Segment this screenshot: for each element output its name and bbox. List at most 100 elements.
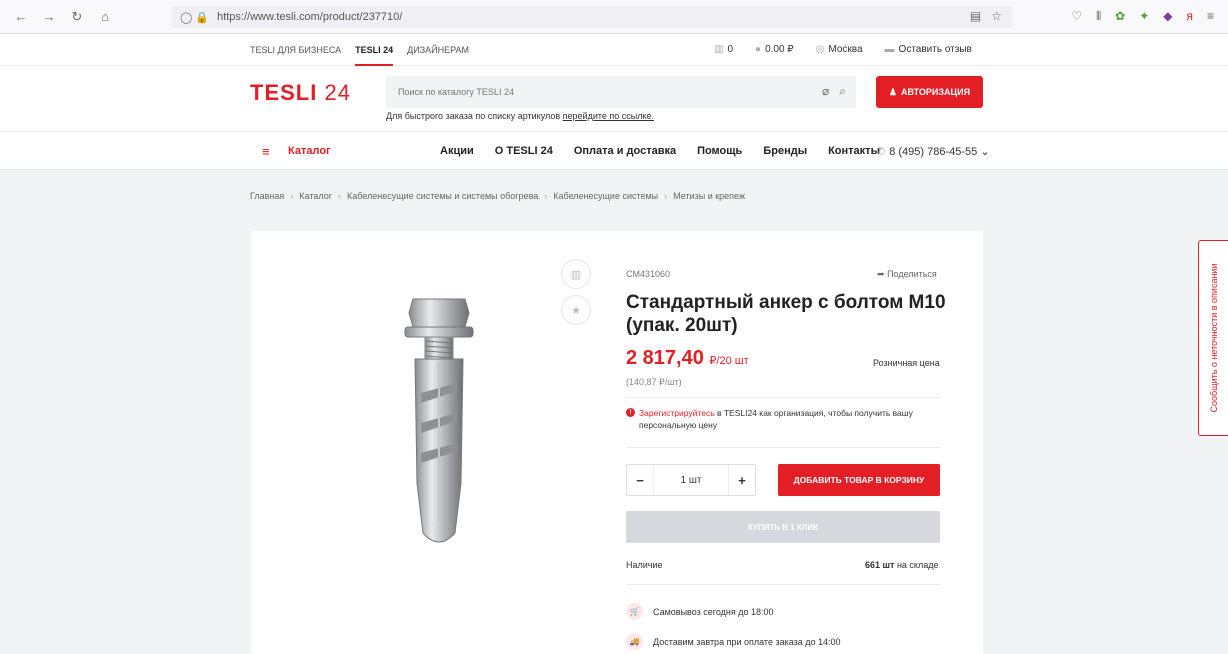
top-utility-bar: TESLI ДЛЯ БИЗНЕСА TESLI 24 ДИЗАЙНЕРАМ ▥ 0… [0, 34, 1228, 66]
logo[interactable]: TESLI 24 [250, 80, 351, 106]
nav-item-help[interactable]: Помощь [697, 145, 742, 157]
search-hint: Для быстрого заказа по списку артикулов … [386, 111, 654, 121]
search-box: ⌀ ⌕ [386, 76, 856, 108]
price-unit: ₽/20 шт [709, 355, 749, 367]
cart-sum: 0.00 ₽ [765, 44, 794, 55]
catalog-link[interactable]: Каталог [288, 145, 331, 157]
extension-icon-3[interactable]: ◆ [1163, 9, 1172, 24]
link-business[interactable]: TESLI ДЛЯ БИЗНЕСА [250, 45, 341, 55]
reload-icon[interactable]: ↻ [70, 9, 84, 25]
increase-button[interactable]: + [729, 465, 755, 495]
product-image [404, 298, 474, 543]
breadcrumb-item[interactable]: Главная [250, 191, 284, 201]
availability-count: 661 шт [865, 560, 895, 570]
compare-count: 0 [727, 44, 734, 55]
clip-icon[interactable]: ⌀ [822, 84, 829, 99]
report-error-tab[interactable]: Сообщить о неточности в описании [1198, 240, 1228, 436]
breadcrumb-separator: › [337, 191, 341, 201]
phone-link[interactable]: ✆ 8 (495) 786-45-55 ⌄ [876, 145, 990, 158]
burger-icon[interactable]: ≡ [262, 144, 270, 159]
browser-toolbar: ← → ↻ ⌂ ◯ 🔒 https://www.tesli.com/produc… [0, 0, 1228, 34]
auth-button[interactable]: ♟ АВТОРИЗАЦИЯ [876, 76, 983, 108]
home-icon[interactable]: ⌂ [98, 9, 112, 25]
forward-icon[interactable]: → [42, 9, 56, 25]
reader-icon[interactable]: ▤ [970, 9, 981, 23]
decrease-button[interactable]: − [627, 465, 653, 495]
buy-one-click-button[interactable]: КУПИТЬ В 1 КЛИК [626, 511, 940, 543]
bookmark-star-icon[interactable]: ☆ [991, 9, 1002, 23]
cart-link[interactable]: ● 0.00 ₽ [755, 44, 794, 55]
product-title: Стандартный анкер с болтом M10 (упак. 20… [626, 292, 946, 336]
chevron-down-icon: ⌄ [980, 146, 990, 158]
share-label: Поделиться [887, 269, 937, 279]
product-sku: CM431060 [626, 269, 671, 279]
availability-value: 661 шт на складе [865, 560, 938, 570]
share-button[interactable]: ➦ Поделиться [877, 269, 937, 280]
browser-extensions: ♡ ⫴ ✿ ✦ ◆ я ≡ [1071, 9, 1214, 24]
price-value: 2 817,40 [626, 347, 704, 369]
main-nav: ≡ Каталог Акции О TESLI 24 Оплата и дост… [0, 132, 1228, 170]
user-icon: ♟ [888, 86, 897, 97]
top-util: ▥ 0 ● 0.00 ₽ ◎ Москва ▬ Оставить отзыв [714, 44, 972, 55]
url-text: https://www.tesli.com/product/237710/ [217, 11, 403, 23]
extension-icon[interactable]: ✿ [1115, 9, 1125, 24]
link-designers[interactable]: ДИЗАЙНЕРАМ [407, 45, 469, 55]
favorite-button[interactable]: ★ [561, 295, 591, 325]
feedback-label: Оставить отзыв [898, 44, 972, 55]
register-notice: ! Зарегистрируйтесь в TESLI24 как органи… [626, 407, 940, 431]
share-icon: ➦ [877, 269, 885, 279]
report-error-label: Сообщить о неточности в описании [1208, 263, 1219, 413]
availability-label: Наличие [626, 560, 663, 570]
menu-icon[interactable]: ≡ [1207, 9, 1214, 24]
breadcrumb-separator: › [290, 191, 294, 201]
pickup-text: Самовывоз сегодня до 18:00 [653, 606, 774, 617]
library-icon[interactable]: ⫴ [1096, 9, 1101, 24]
logo-number: 24 [324, 80, 351, 105]
star-icon: ★ [571, 304, 581, 317]
link-tesli24[interactable]: TESLI 24 [355, 45, 394, 66]
breadcrumb-separator: › [664, 191, 668, 201]
breadcrumb-item[interactable]: Кабеленесущие системы [553, 191, 658, 201]
product-card: ▥ ★ CM431060 ➦ Поделиться Стандартный ан… [251, 231, 983, 654]
nav-item-brands[interactable]: Бренды [763, 145, 807, 157]
auth-label: АВТОРИЗАЦИЯ [901, 87, 971, 97]
alert-icon: ! [626, 408, 635, 417]
compare-button[interactable]: ▥ [561, 259, 591, 289]
breadcrumb-item[interactable]: Кабеленесущие системы и системы обогрева [347, 191, 538, 201]
divider [626, 397, 940, 398]
nav-item-about[interactable]: О TESLI 24 [495, 145, 553, 157]
phone-icon: ✆ [876, 146, 886, 158]
add-to-cart-button[interactable]: ДОБАВИТЬ ТОВАР В КОРЗИНУ [778, 464, 940, 496]
breadcrumb-separator: › [544, 191, 548, 201]
quick-order-link[interactable]: перейдите по ссылке. [563, 111, 654, 121]
nav-item-contacts[interactable]: Контакты [828, 145, 880, 157]
pocket-icon[interactable]: ♡ [1071, 9, 1082, 24]
city-label: Москва [828, 44, 863, 55]
breadcrumb-item[interactable]: Метизы и крепеж [673, 191, 745, 201]
nav-item-promo[interactable]: Акции [440, 145, 474, 157]
cart-icon: 🛒 [626, 603, 643, 620]
back-icon[interactable]: ← [14, 9, 28, 25]
compare-icon: ▥ [714, 44, 724, 55]
compare-link[interactable]: ▥ 0 [714, 44, 733, 55]
truck-icon: 🚚 [626, 633, 643, 650]
feedback-link[interactable]: ▬ Оставить отзыв [885, 44, 972, 55]
url-bar[interactable]: ◯ 🔒 https://www.tesli.com/product/237710… [172, 6, 1012, 28]
extension-icon-4[interactable]: я [1186, 9, 1193, 24]
search-input[interactable] [398, 87, 798, 97]
extension-icon-2[interactable]: ✦ [1139, 9, 1149, 24]
search-hint-text: Для быстрого заказа по списку артикулов [386, 111, 561, 121]
quantity-value[interactable]: 1 шт [653, 465, 729, 495]
city-select[interactable]: ◎ Москва [816, 44, 863, 55]
retail-label: Розничная цена [873, 358, 940, 368]
bar-chart-icon: ▥ [570, 268, 582, 281]
search-icon[interactable]: ⌕ [839, 84, 846, 99]
breadcrumb-item[interactable]: Каталог [299, 191, 332, 201]
lock-icon: ◯ 🔒 [180, 11, 210, 24]
nav-item-delivery[interactable]: Оплата и доставка [574, 145, 676, 157]
breadcrumb: Главная › Каталог › Кабеленесущие системы … [250, 191, 745, 201]
nav-items: Акции О TESLI 24 Оплата и доставка Помощ… [440, 145, 880, 157]
delivery-info: 🚚 Доставим завтра при оплате заказа до 14… [626, 633, 841, 650]
chat-icon: ▬ [884, 44, 895, 55]
register-link[interactable]: Зарегистрируйтесь [639, 408, 715, 418]
